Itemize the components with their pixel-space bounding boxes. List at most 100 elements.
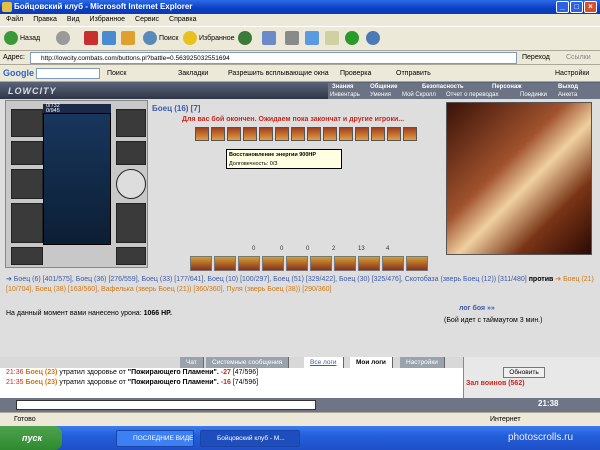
bookmarks-button[interactable]: Закладки (178, 65, 208, 82)
scroll-slot-14[interactable] (403, 127, 417, 141)
google-search-input[interactable] (36, 68, 100, 79)
nav-exit[interactable]: Выход (558, 83, 578, 91)
home-button[interactable] (121, 31, 137, 47)
task-ie-window[interactable]: Бойцовский клуб - M... (200, 430, 300, 447)
stop-button[interactable] (84, 31, 100, 47)
refresh-button[interactable] (102, 31, 118, 47)
discuss-button[interactable] (325, 31, 341, 47)
nav-security[interactable]: Безопасность (422, 83, 464, 91)
refresh-online-button[interactable]: Обновить (503, 367, 545, 378)
nav-battles[interactable]: Поединки (520, 91, 547, 99)
watermark: photoscrolls.ru (508, 432, 574, 443)
history-button[interactable] (238, 31, 254, 47)
shield-slot[interactable] (116, 141, 146, 165)
menu-view[interactable]: Вид (67, 16, 80, 23)
google-toolbar: Google Поиск Закладки Разрешить всплываю… (0, 65, 600, 82)
menu-edit[interactable]: Правка (33, 16, 57, 23)
menu-tools[interactable]: Сервис (135, 16, 159, 23)
scroll-slot-3[interactable] (227, 127, 241, 141)
helmet-slot[interactable] (11, 109, 43, 137)
spellcheck-button[interactable]: Проверка (340, 65, 371, 82)
effect-7[interactable] (334, 256, 356, 271)
back-button[interactable]: Назад (4, 31, 40, 47)
tab-all-logs[interactable]: Все логи (304, 357, 344, 368)
messenger-button[interactable] (366, 31, 382, 47)
scroll-slot-2[interactable] (211, 127, 225, 141)
effect-8[interactable] (358, 256, 380, 271)
nav-skills[interactable]: Умения (370, 91, 391, 99)
stop-icon (84, 31, 98, 46)
chat-line: 21:35 Боец (23) утратил здоровье от "Пож… (6, 379, 259, 386)
scroll-slot-8[interactable] (307, 127, 321, 141)
nav-profile[interactable]: Анкета (558, 91, 577, 99)
menu-help[interactable]: Справка (169, 16, 196, 23)
forward-button[interactable] (56, 31, 72, 47)
plugin-button[interactable] (345, 31, 361, 47)
scroll-slot-9[interactable] (323, 127, 337, 141)
gloves-slot[interactable] (116, 109, 146, 137)
team-1[interactable]: ➔ Боец (6) [401/575], Боец (36) [276/559… (6, 276, 527, 283)
nav-character[interactable]: Персонаж (492, 83, 522, 91)
mail-button[interactable] (262, 31, 278, 47)
nav-scroll[interactable]: Мой Скролл (402, 91, 436, 99)
scroll-slot-5[interactable] (259, 127, 273, 141)
armor-slot[interactable] (11, 203, 43, 243)
scroll-slot-7[interactable] (291, 127, 305, 141)
scroll-slot-1[interactable] (195, 127, 209, 141)
effect-3[interactable] (238, 256, 260, 271)
tab-settings[interactable]: Настройки (400, 357, 445, 368)
menu-favorites[interactable]: Избранное (90, 16, 125, 23)
nav-knowledge[interactable]: Знания (332, 83, 354, 91)
chat-input[interactable] (16, 400, 316, 410)
scroll-slot-6[interactable] (275, 127, 289, 141)
window-title-bar[interactable]: Бойцовский клуб - Microsoft Internet Exp… (0, 0, 600, 14)
task-folder[interactable]: ПОСЛЕДНИЕ ВИДЕО (116, 430, 194, 447)
links-label[interactable]: Ссылки (566, 51, 591, 65)
minimize-button[interactable]: _ (556, 1, 569, 13)
character-avatar (43, 113, 111, 245)
close-button[interactable]: × (584, 1, 597, 13)
legs-slot[interactable] (116, 203, 146, 243)
tab-chat[interactable]: Чат (180, 357, 204, 368)
game-logo: LOWCITY (8, 86, 57, 96)
effect-4[interactable] (262, 256, 284, 271)
scroll-slot-4[interactable] (243, 127, 257, 141)
popup-blocker-button[interactable]: Разрешить всплывающие окна (228, 65, 329, 82)
settings-button[interactable]: Настройки (555, 65, 589, 82)
offhand-slot[interactable] (116, 169, 146, 199)
scroll-slot-11[interactable] (355, 127, 369, 141)
effect-6[interactable] (310, 256, 332, 271)
nav-inventory[interactable]: Инвентарь (330, 91, 360, 99)
tab-my-logs[interactable]: Мои логи (350, 357, 393, 368)
forward-arrow-icon (56, 31, 70, 46)
tab-system[interactable]: Системные сообщения (206, 357, 290, 368)
edit-button[interactable] (305, 31, 321, 47)
address-input[interactable]: http://lowcity.combats.com/buttons.pl?ba… (30, 52, 517, 64)
boots-slot[interactable] (116, 247, 146, 265)
hero-name[interactable]: Боец (16) [7] (152, 104, 200, 113)
print-button[interactable] (285, 31, 301, 47)
weapon-slot[interactable] (11, 169, 43, 199)
search-button[interactable]: Поиск (143, 31, 178, 47)
effect-5[interactable] (286, 256, 308, 271)
bracers-slot[interactable] (11, 141, 43, 165)
nav-transfers[interactable]: Отчет о переводах (446, 91, 499, 99)
effect-9[interactable] (382, 256, 404, 271)
battle-log-link[interactable]: лог боя »» (459, 305, 495, 312)
google-search-button[interactable]: Поиск (107, 65, 126, 82)
go-button[interactable]: Переход (522, 51, 550, 65)
favorites-button[interactable]: Избранное (183, 31, 234, 47)
effect-1[interactable] (190, 256, 212, 271)
belt-slot[interactable] (11, 247, 43, 265)
stat-6: 4 (386, 246, 390, 252)
scroll-slot-12[interactable] (371, 127, 385, 141)
scroll-slot-13[interactable] (387, 127, 401, 141)
effect-10[interactable] (406, 256, 428, 271)
nav-communication[interactable]: Общение (370, 83, 397, 91)
start-button[interactable]: пуск (0, 426, 62, 450)
maximize-button[interactable]: □ (570, 1, 583, 13)
scroll-slot-10[interactable] (339, 127, 353, 141)
menu-file[interactable]: Файл (6, 16, 23, 23)
send-button[interactable]: Отправить (396, 65, 431, 82)
effect-2[interactable] (214, 256, 236, 271)
